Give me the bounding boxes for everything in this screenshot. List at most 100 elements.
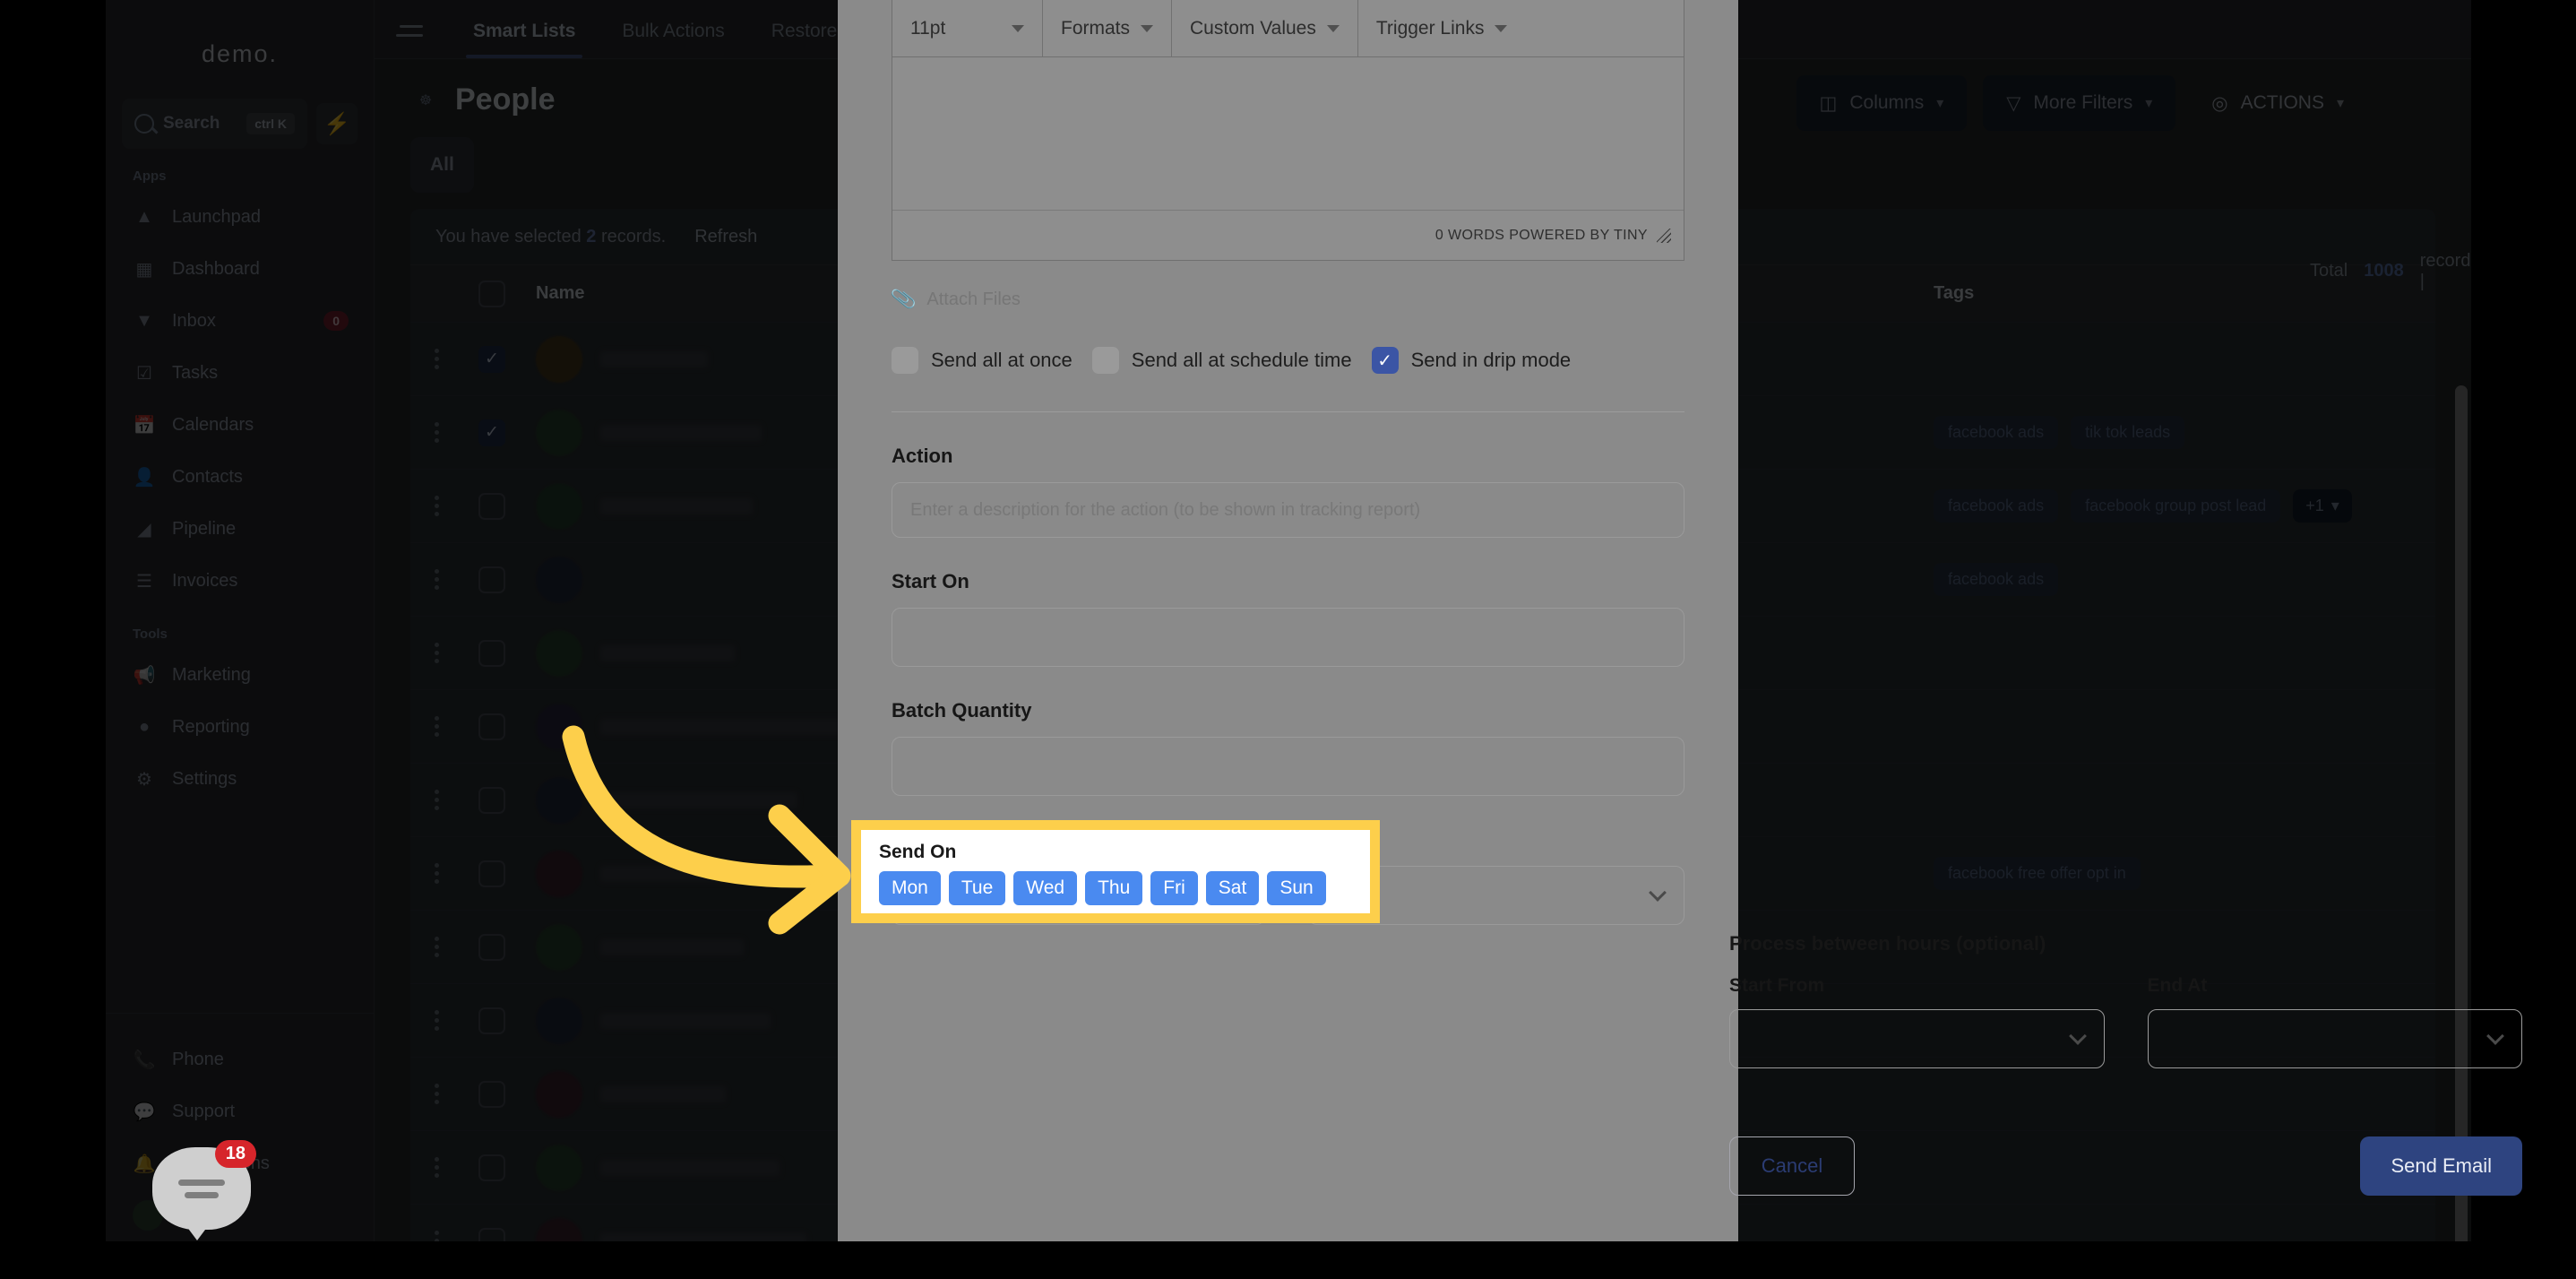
checkbox-unchecked-icon[interactable] <box>478 1080 505 1108</box>
sidebar-item-pipeline[interactable]: ◢ Pipeline <box>106 503 374 555</box>
resize-handle-icon[interactable] <box>1657 228 1671 243</box>
checkbox-unchecked-icon[interactable] <box>478 786 505 814</box>
send-on-day-fri[interactable]: Fri <box>1150 871 1198 905</box>
checkbox-checked-icon[interactable]: ✓ <box>478 345 505 373</box>
checkbox-unchecked-icon[interactable] <box>478 1154 505 1181</box>
row-checkbox-cell[interactable]: ✓ <box>462 419 521 446</box>
row-checkbox-cell[interactable] <box>462 492 521 520</box>
start-from-select[interactable] <box>1729 1009 2105 1068</box>
tag-chip: facebook ads <box>1934 489 2059 523</box>
checkbox-unchecked-icon[interactable] <box>478 933 505 961</box>
attach-files-button[interactable]: 📎 Attach Files <box>890 286 1684 312</box>
sidebar-item-phone[interactable]: 📞 Phone <box>106 1033 374 1085</box>
more-tags-button[interactable]: +1 ▾ <box>2293 489 2352 523</box>
filter-pill-all[interactable]: All <box>410 137 474 193</box>
tab-smart-lists[interactable]: Smart Lists <box>450 21 599 58</box>
row-checkbox-cell[interactable] <box>462 1227 521 1241</box>
batch-quantity-input[interactable] <box>892 737 1684 796</box>
checkbox-unchecked-icon[interactable] <box>478 566 505 593</box>
more-filters-button[interactable]: ▽ More Filters ▾ <box>1983 75 2176 131</box>
sidebar-item-marketing[interactable]: 📢 Marketing <box>106 649 374 701</box>
send-mode-all-at-once[interactable]: Send all at once <box>892 347 1073 374</box>
cancel-button[interactable]: Cancel <box>1729 1136 1855 1196</box>
sidebar-item-launchpad[interactable]: ▲ Launchpad <box>106 191 374 243</box>
checkbox-unchecked-icon[interactable] <box>478 1227 505 1241</box>
row-menu-button[interactable] <box>410 569 462 590</box>
row-menu-button[interactable] <box>410 1084 462 1104</box>
brand-logo: demo. <box>201 40 279 67</box>
row-menu-button[interactable] <box>410 422 462 443</box>
sidebar-item-calendars[interactable]: 📅 Calendars <box>106 399 374 451</box>
columns-button[interactable]: ◫ Columns ▾ <box>1796 75 1968 131</box>
sidebar-item-invoices[interactable]: ☰ Invoices <box>106 555 374 607</box>
row-checkbox-cell[interactable] <box>462 713 521 740</box>
row-menu-button[interactable] <box>410 496 462 516</box>
row-menu-button[interactable] <box>410 1231 462 1241</box>
row-checkbox-cell[interactable] <box>462 1154 521 1181</box>
custom-values-dropdown[interactable]: Custom Values <box>1172 0 1358 56</box>
sidebar-item-support[interactable]: 💬 Support <box>106 1085 374 1137</box>
contact-name-redacted <box>600 644 735 661</box>
sidebar-item-dashboard[interactable]: ▦ Dashboard <box>106 243 374 295</box>
font-size-dropdown[interactable]: 11pt <box>892 0 1043 56</box>
avatar <box>536 482 582 530</box>
checkbox-unchecked-icon[interactable] <box>478 860 505 887</box>
action-input[interactable]: Enter a description for the action (to b… <box>892 482 1684 538</box>
send-on-day-tue[interactable]: Tue <box>948 871 1006 905</box>
actions-button[interactable]: ◎ ACTIONS ▾ <box>2192 75 2364 131</box>
send-email-button[interactable]: Send Email <box>2360 1136 2522 1196</box>
checkbox-unchecked-icon[interactable] <box>478 639 505 667</box>
send-on-highlight: Send On Mon Tue Wed Thu Fri Sat Sun <box>851 820 1380 923</box>
editor-status-text: 0 WORDS POWERED BY TINY <box>1434 227 1648 243</box>
refresh-link[interactable]: Refresh <box>694 227 757 247</box>
row-checkbox-cell[interactable] <box>462 1007 521 1034</box>
quick-action-button[interactable]: ⚡ <box>316 103 358 144</box>
row-menu-button[interactable] <box>410 1157 462 1178</box>
checkbox-checked-icon[interactable]: ✓ <box>478 419 505 446</box>
contact-name-redacted <box>600 1232 806 1241</box>
formats-dropdown[interactable]: Formats <box>1043 0 1173 56</box>
end-at-select[interactable] <box>2147 1009 2522 1068</box>
row-menu-button[interactable] <box>410 643 462 663</box>
search-input[interactable]: Search ctrl K <box>122 99 307 149</box>
row-checkbox-cell[interactable] <box>462 933 521 961</box>
trigger-links-dropdown[interactable]: Trigger Links <box>1358 0 1526 56</box>
send-on-day-sun[interactable]: Sun <box>1267 871 1326 905</box>
checkbox-unchecked-icon[interactable] <box>478 1007 505 1034</box>
send-on-day-thu[interactable]: Thu <box>1085 871 1143 905</box>
row-checkbox-cell[interactable]: ✓ <box>462 345 521 373</box>
checkbox-unchecked-icon[interactable] <box>478 713 505 740</box>
tab-bulk-actions[interactable]: Bulk Actions <box>599 21 747 58</box>
send-mode-drip[interactable]: ✓ Send in drip mode <box>1371 347 1571 374</box>
row-checkbox-cell[interactable] <box>462 1080 521 1108</box>
row-menu-button[interactable] <box>410 790 462 810</box>
sidebar-item-reporting[interactable]: ● Reporting <box>106 701 374 753</box>
row-checkbox-cell[interactable] <box>462 639 521 667</box>
start-on-input[interactable] <box>892 608 1684 667</box>
chat-widget-button[interactable]: 18 <box>152 1140 256 1240</box>
bell-icon: 🔔 <box>133 1154 156 1174</box>
actions-label: ACTIONS <box>2240 92 2324 113</box>
row-checkbox-cell[interactable] <box>462 566 521 593</box>
row-checkbox-cell[interactable] <box>462 860 521 887</box>
row-menu-button[interactable] <box>410 863 462 884</box>
send-on-day-sat[interactable]: Sat <box>1205 871 1260 905</box>
sidebar-item-tasks[interactable]: ☑ Tasks <box>106 347 374 399</box>
row-checkbox-cell[interactable] <box>462 786 521 814</box>
send-on-day-wed[interactable]: Wed <box>1013 871 1078 905</box>
sidebar-item-inbox[interactable]: ▼ Inbox 0 <box>106 295 374 347</box>
vertical-scrollbar[interactable] <box>2455 385 2468 1241</box>
select-all-checkbox-cell[interactable] <box>462 280 521 307</box>
select-all-checkbox[interactable] <box>478 280 505 307</box>
checkbox-unchecked-icon[interactable] <box>478 492 505 520</box>
send-mode-schedule-time[interactable]: Send all at schedule time <box>1091 347 1352 374</box>
row-menu-button[interactable] <box>410 349 462 369</box>
row-menu-button[interactable] <box>410 937 462 957</box>
editor-content-area[interactable] <box>892 57 1684 210</box>
send-on-day-mon[interactable]: Mon <box>879 871 941 905</box>
sidebar-item-settings[interactable]: ⚙ Settings <box>106 753 374 805</box>
row-menu-button[interactable] <box>410 1010 462 1031</box>
row-menu-button[interactable] <box>410 716 462 737</box>
sidebar-toggle-icon[interactable] <box>396 17 426 44</box>
sidebar-item-contacts[interactable]: 👤 Contacts <box>106 451 374 503</box>
